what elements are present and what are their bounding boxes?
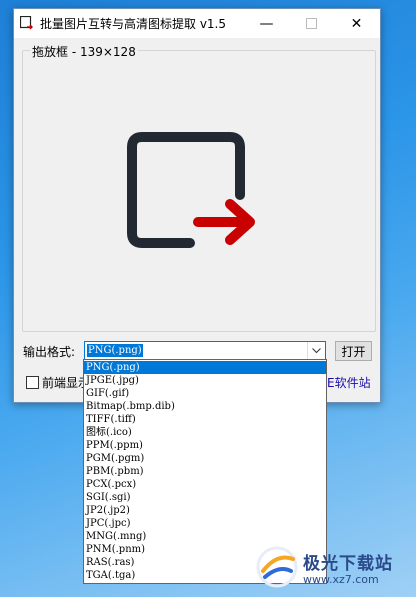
format-option[interactable]: PBM(.pbm) xyxy=(84,465,326,478)
watermark-brand: 极光下载站 xyxy=(303,554,393,574)
topmost-checkbox[interactable] xyxy=(26,376,39,389)
title-bar[interactable]: 批量图片互转与高清图标提取 v1.5 — ✕ xyxy=(14,9,380,38)
format-option[interactable]: PCX(.pcx) xyxy=(84,478,326,491)
format-option[interactable]: SGI(.sgi) xyxy=(84,491,326,504)
minimize-button[interactable]: — xyxy=(244,9,289,38)
export-icon xyxy=(127,132,255,248)
format-option[interactable]: MNG(.mng) xyxy=(84,530,326,543)
format-option[interactable]: Bitmap(.bmp.dib) xyxy=(84,400,326,413)
format-label: 输出格式: xyxy=(23,345,76,359)
format-select[interactable]: PNG(.png) xyxy=(84,341,326,360)
chevron-down-icon[interactable] xyxy=(307,342,325,359)
site-link[interactable]: E软件站 xyxy=(327,374,371,391)
format-option[interactable]: PGM(.pgm) xyxy=(84,452,326,465)
watermark-url: www.xz7.com xyxy=(303,573,379,586)
watermark: 极光下载站 www.xz7.com xyxy=(255,543,415,593)
app-window: 批量图片互转与高清图标提取 v1.5 — ✕ 拖放框 - 139×128 输出格… xyxy=(13,8,381,403)
open-button[interactable]: 打开 xyxy=(335,341,372,361)
format-option[interactable]: GIF(.gif) xyxy=(84,387,326,400)
close-button[interactable]: ✕ xyxy=(334,9,379,38)
format-option[interactable]: JP2(.jp2) xyxy=(84,504,326,517)
app-icon xyxy=(20,16,33,30)
maximize-button[interactable] xyxy=(289,9,334,38)
format-option[interactable]: JPC(.jpc) xyxy=(84,517,326,530)
window-title: 批量图片互转与高清图标提取 v1.5 xyxy=(40,17,227,31)
format-option[interactable]: JPGE(.jpg) xyxy=(84,374,326,387)
format-selected-value: PNG(.png) xyxy=(87,344,143,357)
watermark-logo-icon xyxy=(256,546,298,588)
format-option[interactable]: PPM(.ppm) xyxy=(84,439,326,452)
maximize-icon xyxy=(306,18,317,29)
drop-area-label: 拖放框 - 139×128 xyxy=(30,43,138,60)
format-option[interactable]: PNG(.png) xyxy=(84,361,326,374)
format-option[interactable]: 图标(.ico) xyxy=(84,426,326,439)
format-option[interactable]: TIFF(.tiff) xyxy=(84,413,326,426)
